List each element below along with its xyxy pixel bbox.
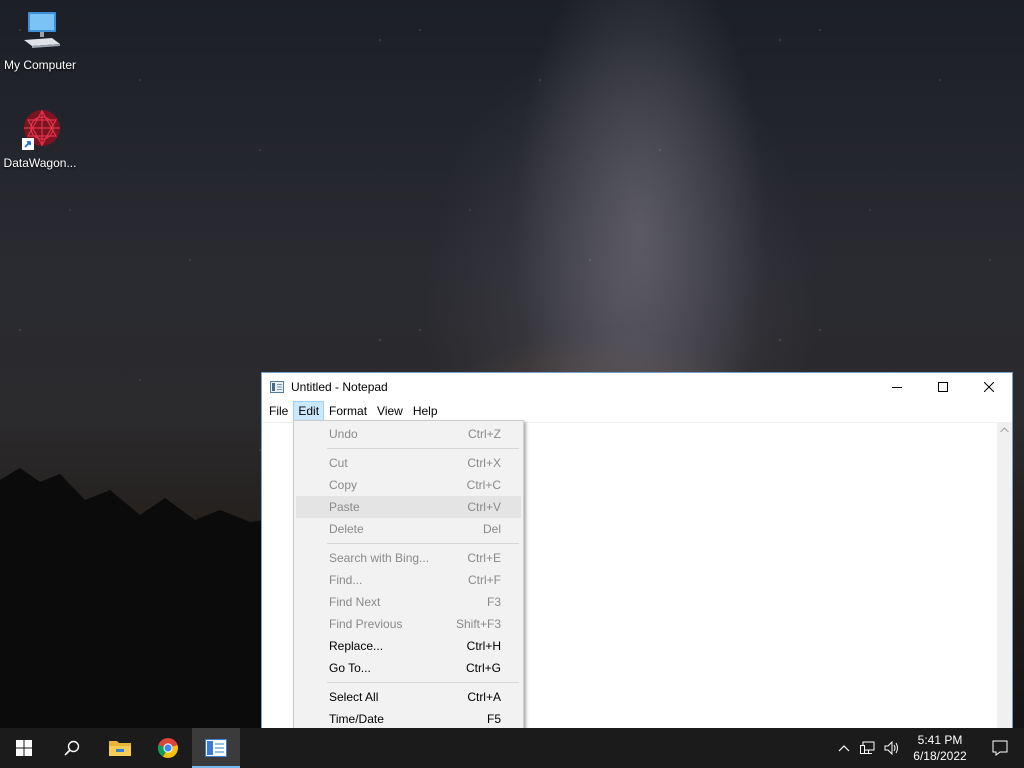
search-icon	[64, 740, 80, 756]
search-button[interactable]	[48, 728, 96, 768]
menu-item-shortcut: F5	[486, 712, 501, 726]
wallpaper-mountains	[0, 468, 280, 730]
menu-item-time-date[interactable]: Time/Date F5	[296, 708, 521, 730]
menu-item-shortcut: Ctrl+F	[468, 573, 501, 587]
menu-item-paste[interactable]: Paste Ctrl+V	[296, 496, 521, 518]
menu-item-shortcut: Ctrl+G	[465, 661, 501, 675]
menu-item-go-to[interactable]: Go To... Ctrl+G	[296, 657, 521, 679]
menu-item-label: Go To...	[329, 661, 371, 675]
menu-item-copy[interactable]: Copy Ctrl+C	[296, 474, 521, 496]
menu-item-find-previous[interactable]: Find Previous Shift+F3	[296, 613, 521, 635]
menu-file[interactable]: File	[264, 401, 293, 421]
menu-item-find-next[interactable]: Find Next F3	[296, 591, 521, 613]
desktop-icon-label: My Computer	[3, 58, 77, 72]
edit-menu-dropdown: Undo Ctrl+Z Cut Ctrl+X Copy Ctrl+C Paste…	[293, 420, 524, 733]
menu-item-label: Replace...	[329, 639, 384, 653]
menu-item-label: Search with Bing...	[329, 551, 430, 565]
start-button[interactable]	[0, 728, 48, 768]
notification-icon	[992, 740, 1008, 756]
menu-item-label: Find Next	[329, 595, 381, 609]
menu-item-shortcut: F3	[486, 595, 501, 609]
menu-item-label: Paste	[329, 500, 360, 514]
menu-item-replace[interactable]: Replace... Ctrl+H	[296, 635, 521, 657]
taskbar-notepad[interactable]	[192, 728, 240, 768]
maximize-icon	[938, 381, 948, 392]
volume-icon	[884, 741, 898, 755]
menu-item-search-with-bing[interactable]: Search with Bing... Ctrl+E	[296, 547, 521, 569]
network-button[interactable]	[856, 728, 880, 768]
datawagon-icon	[16, 106, 64, 154]
menu-item-select-all[interactable]: Select All Ctrl+A	[296, 686, 521, 708]
computer-icon	[16, 8, 64, 56]
taskbar-file-explorer[interactable]	[96, 728, 144, 768]
minimize-icon	[892, 386, 902, 388]
notepad-icon	[205, 739, 227, 757]
menu-item-label: Undo	[329, 427, 358, 441]
menu-item-label: Delete	[329, 522, 364, 536]
menu-item-shortcut: Del	[482, 522, 501, 536]
menu-item-label: Time/Date	[329, 712, 384, 726]
action-center-button[interactable]	[976, 728, 1024, 768]
menu-item-shortcut: Ctrl+Z	[468, 427, 501, 441]
window-title: Untitled - Notepad	[291, 379, 388, 394]
title-bar[interactable]: Untitled - Notepad	[262, 373, 1012, 400]
menu-item-label: Copy	[329, 478, 358, 492]
desktop-icon-datawagon[interactable]: DataWagon...	[0, 106, 80, 170]
menu-item-shortcut: Shift+F3	[455, 617, 501, 631]
maximize-button[interactable]	[920, 373, 966, 400]
menu-help[interactable]: Help	[408, 401, 443, 421]
menu-view[interactable]: View	[372, 401, 408, 421]
volume-button[interactable]	[880, 728, 904, 768]
menu-separator	[327, 448, 519, 449]
menu-item-find[interactable]: Find... Ctrl+F	[296, 569, 521, 591]
desktop-icon-my-computer[interactable]: My Computer	[0, 8, 80, 72]
minimize-button[interactable]	[874, 373, 920, 400]
menu-item-shortcut: Ctrl+V	[467, 500, 501, 514]
menu-item-label: Find Previous	[329, 617, 403, 631]
menu-edit[interactable]: Edit	[293, 401, 325, 421]
clock-time: 5:41 PM	[917, 733, 963, 747]
menu-item-shortcut: Ctrl+C	[466, 478, 501, 492]
menu-item-cut[interactable]: Cut Ctrl+X	[296, 452, 521, 474]
start-icon	[16, 740, 32, 756]
close-icon	[984, 381, 994, 392]
taskbar: 5:41 PM 6/18/2022	[0, 728, 1024, 768]
network-icon	[860, 741, 875, 754]
taskbar-clock[interactable]: 5:41 PM 6/18/2022	[904, 732, 976, 764]
menu-format[interactable]: Format	[324, 401, 372, 421]
chrome-icon	[157, 738, 178, 758]
menu-item-label: Select All	[329, 690, 379, 704]
menu-item-delete[interactable]: Delete Del	[296, 518, 521, 540]
clock-date: 6/18/2022	[913, 749, 967, 763]
menu-item-shortcut: Ctrl+E	[467, 551, 501, 565]
menu-item-undo[interactable]: Undo Ctrl+Z	[296, 423, 521, 445]
scroll-up-icon[interactable]	[1000, 427, 1009, 433]
chevron-up-icon	[838, 745, 850, 752]
system-tray: 5:41 PM 6/18/2022	[832, 728, 1024, 768]
menu-bar: File Edit Format View Help	[262, 400, 1012, 422]
menu-separator	[327, 682, 519, 683]
menu-item-label: Cut	[329, 456, 348, 470]
show-hidden-icons-button[interactable]	[832, 728, 856, 768]
vertical-scrollbar[interactable]	[997, 422, 1012, 728]
taskbar-chrome[interactable]	[144, 728, 192, 768]
file-explorer-icon	[109, 741, 131, 756]
desktop-icon-label: DataWagon...	[3, 156, 77, 170]
close-button[interactable]	[966, 373, 1012, 400]
menu-item-shortcut: Ctrl+A	[467, 690, 501, 704]
menu-item-shortcut: Ctrl+X	[467, 456, 501, 470]
menu-item-shortcut: Ctrl+H	[466, 639, 501, 653]
notepad-app-icon	[270, 380, 284, 393]
menu-separator	[327, 543, 519, 544]
menu-item-label: Find...	[329, 573, 363, 587]
